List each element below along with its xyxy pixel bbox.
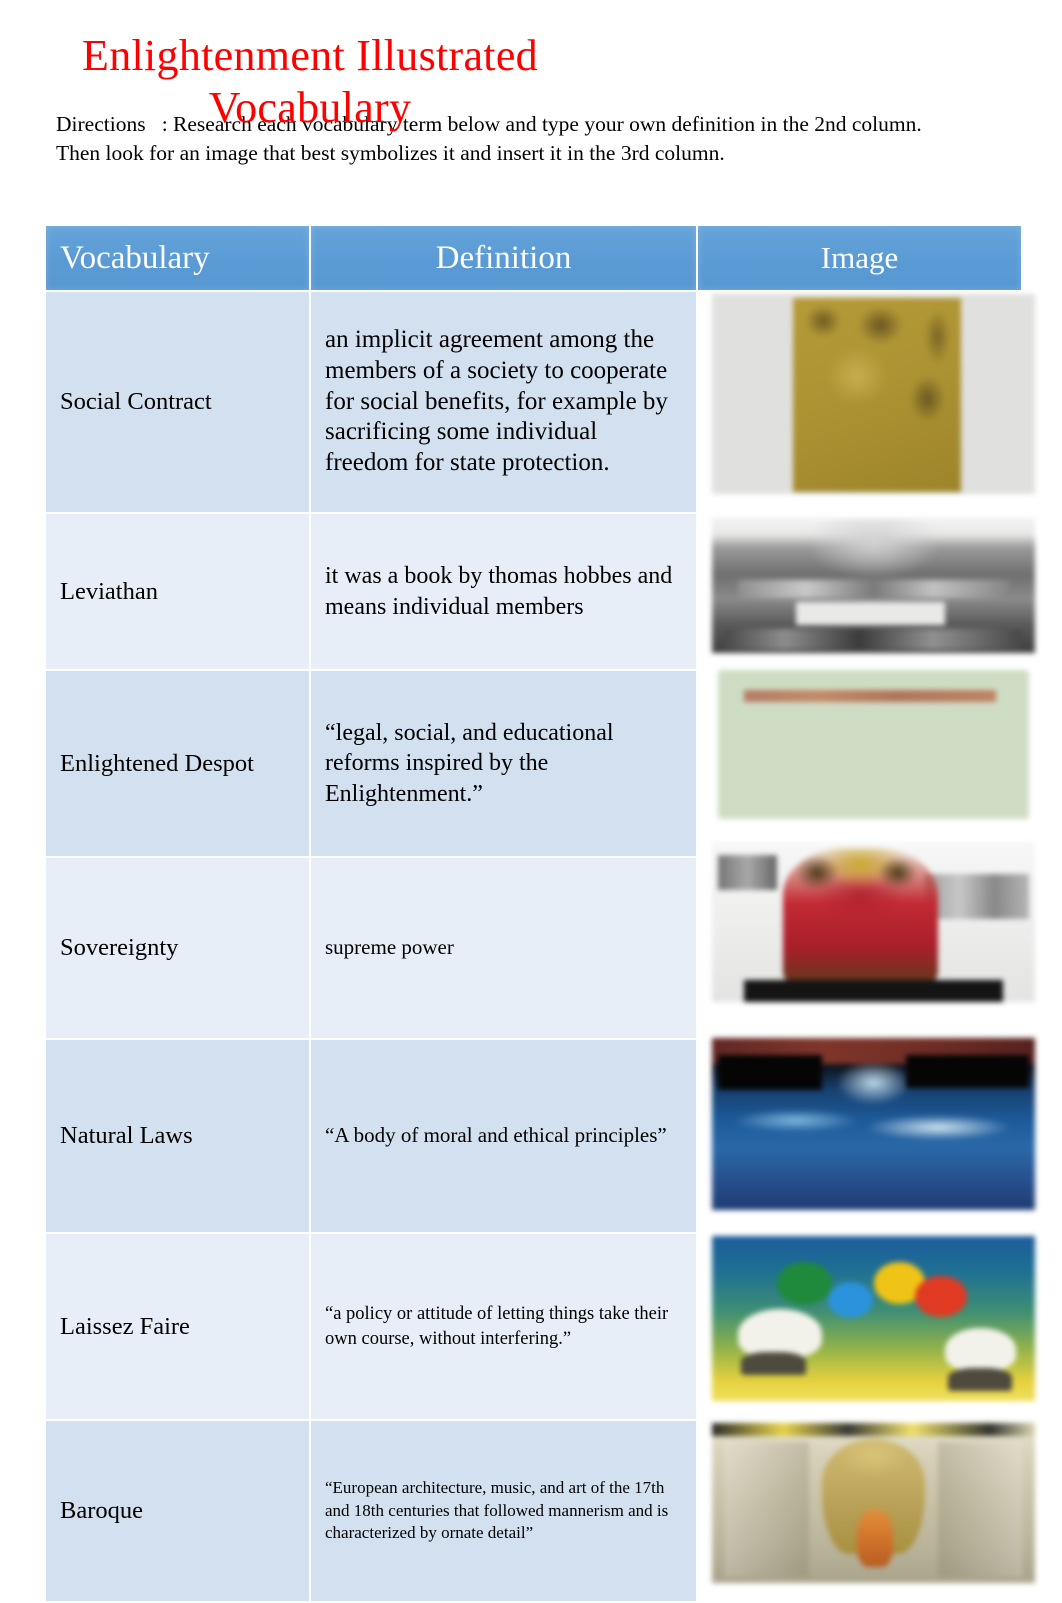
vocabulary-term: Enlightened Despot xyxy=(46,671,309,856)
vocabulary-term: Sovereignty xyxy=(46,858,309,1038)
column-header-image: Image xyxy=(698,226,1021,290)
column-right xyxy=(938,1442,1023,1577)
image-cell xyxy=(698,667,1035,856)
vocabulary-term: Laissez Faire xyxy=(46,1234,309,1419)
dark-block-left xyxy=(718,1055,822,1090)
image-cell xyxy=(698,1038,1035,1232)
vocabulary-term: Leviathan xyxy=(46,514,309,669)
image-cell xyxy=(698,514,1035,669)
table-row: Leviathan it was a book by thomas hobbes… xyxy=(46,514,1035,669)
column-left xyxy=(724,1442,809,1577)
vocabulary-term: Social Contract xyxy=(46,292,309,512)
definition-text: supreme power xyxy=(325,935,454,960)
red-gold-crown-image xyxy=(712,842,1035,1002)
cloud-right xyxy=(944,1328,1016,1372)
parchment-shape xyxy=(792,298,961,492)
vocabulary-table: Vocabulary Definition Image Social Contr… xyxy=(44,224,1035,1603)
definition-cell: it was a book by thomas hobbes and means… xyxy=(311,514,696,669)
directions-text: : Research each vocabulary term below an… xyxy=(56,112,922,165)
baroque-architecture-image xyxy=(712,1423,1035,1583)
vocabulary-term: Baroque xyxy=(46,1421,309,1601)
table-row: Laissez Faire “a policy or attitude of l… xyxy=(46,1234,1035,1419)
definition-cell: supreme power xyxy=(311,858,696,1038)
definition-text: “A body of moral and ethical principles” xyxy=(325,1123,667,1148)
engraving-band-upper xyxy=(737,580,1010,598)
table-row: Natural Laws “A body of moral and ethica… xyxy=(46,1038,1035,1232)
directions-paragraph: Directions : Research each vocabulary te… xyxy=(56,110,946,167)
background-blur-right xyxy=(925,874,1029,919)
definition-text: “a policy or attitude of letting things … xyxy=(325,1304,669,1349)
engraving-plaque xyxy=(795,601,945,625)
flame-shape xyxy=(857,1509,893,1567)
image-cell xyxy=(698,292,1035,512)
image-cell xyxy=(698,1234,1035,1419)
table-row: Sovereignty supreme power xyxy=(46,842,1035,1038)
green-circle xyxy=(776,1262,832,1306)
vocabulary-term: Natural Laws xyxy=(46,1040,309,1232)
green-crown-card-image xyxy=(712,667,1035,832)
column-header-definition: Definition xyxy=(311,226,696,290)
blue-circle xyxy=(828,1282,874,1319)
blue-nature-image xyxy=(712,1038,1035,1210)
crown-shape xyxy=(799,730,948,793)
definition-text: an implicit agreement among the members … xyxy=(325,326,668,477)
card-title-band xyxy=(744,690,997,702)
table-row: Baroque “European architecture, music, a… xyxy=(46,1421,1035,1601)
definition-cell: “European architecture, music, and art o… xyxy=(311,1421,696,1601)
table-row: Social Contract an implicit agreement am… xyxy=(46,292,1035,512)
definition-text: it was a book by thomas hobbes and means… xyxy=(325,563,673,620)
directions-label: Directions xyxy=(56,112,162,136)
definition-cell: an implicit agreement among the members … xyxy=(311,292,696,512)
definition-cell: “A body of moral and ethical principles” xyxy=(311,1040,696,1232)
image-cell xyxy=(698,1421,1035,1601)
golden-parchment-image xyxy=(712,294,1035,494)
rock-right xyxy=(947,1368,1013,1392)
engraving-band-lower xyxy=(724,628,1023,651)
red-circle xyxy=(915,1275,968,1317)
definition-cell: “a policy or attitude of letting things … xyxy=(311,1234,696,1419)
column-header-vocabulary: Vocabulary xyxy=(46,226,309,290)
crown-shape xyxy=(783,848,939,986)
background-blur-left xyxy=(718,854,777,890)
dark-block-right xyxy=(905,1055,1029,1088)
definition-cell: “legal, social, and educational reforms … xyxy=(311,671,696,856)
cloud-left xyxy=(737,1308,822,1359)
image-cell xyxy=(698,842,1035,1038)
rock-left xyxy=(741,1351,806,1375)
table-header-row: Vocabulary Definition Image xyxy=(46,226,1021,290)
image-top-strip xyxy=(712,1423,1035,1436)
table-row: Enlightened Despot “legal, social, and e… xyxy=(46,667,1035,856)
colored-circles-landscape-image xyxy=(712,1236,1035,1401)
leviathan-engraving-image xyxy=(712,518,1035,653)
definition-text: “European architecture, music, and art o… xyxy=(325,1478,669,1543)
definition-text: “legal, social, and educational reforms … xyxy=(325,720,614,807)
display-shelf xyxy=(744,979,1003,1002)
